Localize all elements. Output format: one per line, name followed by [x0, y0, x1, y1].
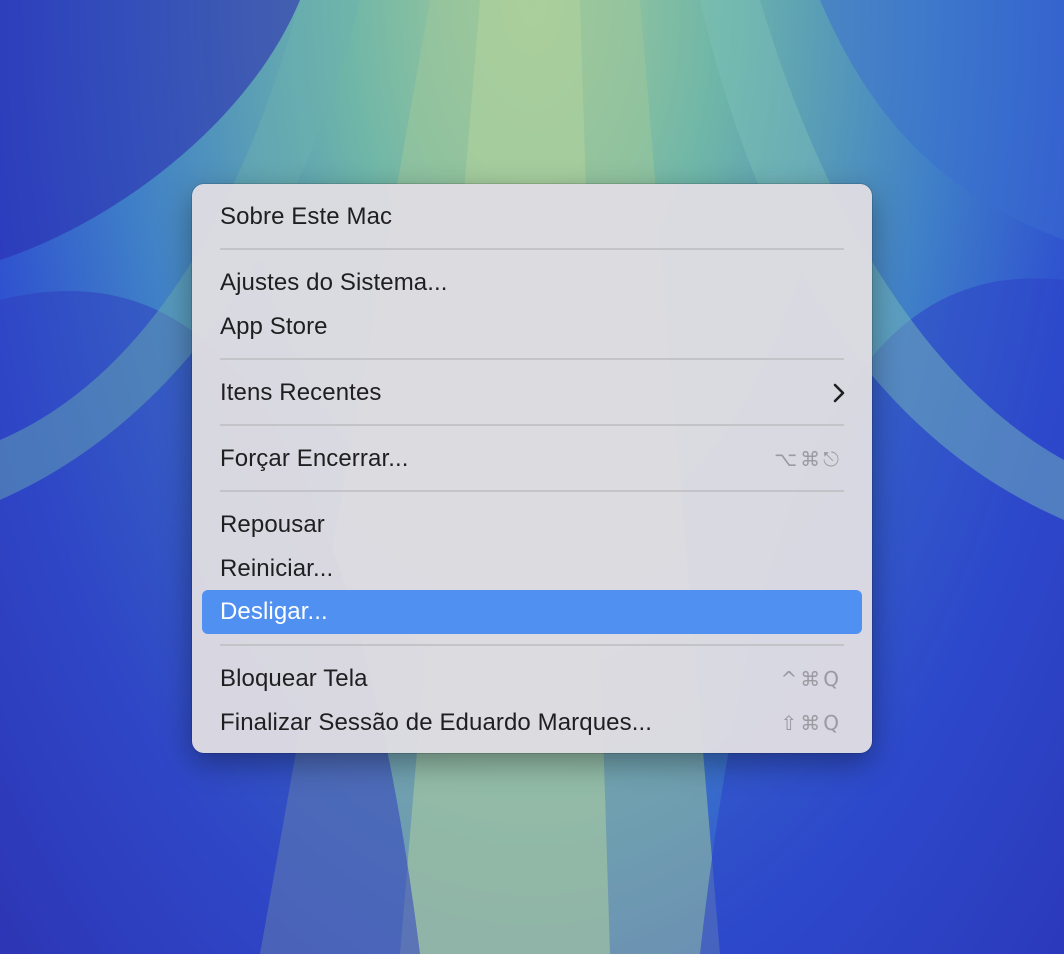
- menu-separator: [220, 644, 844, 646]
- menu-separator: [220, 358, 844, 360]
- menu-item-label: Reiniciar...: [220, 555, 334, 582]
- menu-item-lock-screen[interactable]: Bloquear Tela ^⌘Q: [202, 657, 862, 701]
- keyboard-shortcut: ⌥⌘⎋: [774, 447, 842, 471]
- menu-item-label: Finalizar Sessão de Eduardo Marques...: [220, 709, 653, 736]
- menu-item-label: Ajustes do Sistema...: [220, 269, 448, 296]
- menu-item-log-out[interactable]: Finalizar Sessão de Eduardo Marques... ⇧…: [202, 701, 862, 745]
- chevron-right-icon: [833, 383, 845, 403]
- menu-item-sleep[interactable]: Repousar: [202, 503, 862, 547]
- menu-item-recent-items[interactable]: Itens Recentes: [202, 371, 862, 415]
- menu-item-label: Desligar...: [220, 598, 328, 625]
- menu-item-system-settings[interactable]: Ajustes do Sistema...: [202, 261, 862, 305]
- menu-item-restart[interactable]: Reiniciar...: [202, 547, 862, 591]
- keyboard-shortcut: ^⌘Q: [780, 667, 842, 691]
- menu-item-label: Itens Recentes: [220, 379, 382, 406]
- menu-item-shut-down[interactable]: Desligar...: [202, 590, 862, 634]
- menu-separator: [220, 490, 844, 492]
- menu-item-label: App Store: [220, 313, 328, 340]
- apple-menu: Sobre Este Mac Ajustes do Sistema... App…: [192, 184, 872, 753]
- menu-separator: [220, 424, 844, 426]
- menu-item-force-quit[interactable]: Forçar Encerrar... ⌥⌘⎋: [202, 437, 862, 481]
- menu-separator: [220, 248, 844, 250]
- menu-item-label: Forçar Encerrar...: [220, 445, 409, 472]
- menu-item-label: Bloquear Tela: [220, 665, 368, 692]
- menu-item-label: Repousar: [220, 511, 325, 538]
- keyboard-shortcut: ⇧⌘Q: [780, 711, 842, 735]
- menu-item-app-store[interactable]: App Store: [202, 305, 862, 349]
- menu-item-label: Sobre Este Mac: [220, 203, 393, 230]
- menu-item-about-this-mac[interactable]: Sobre Este Mac: [202, 195, 862, 239]
